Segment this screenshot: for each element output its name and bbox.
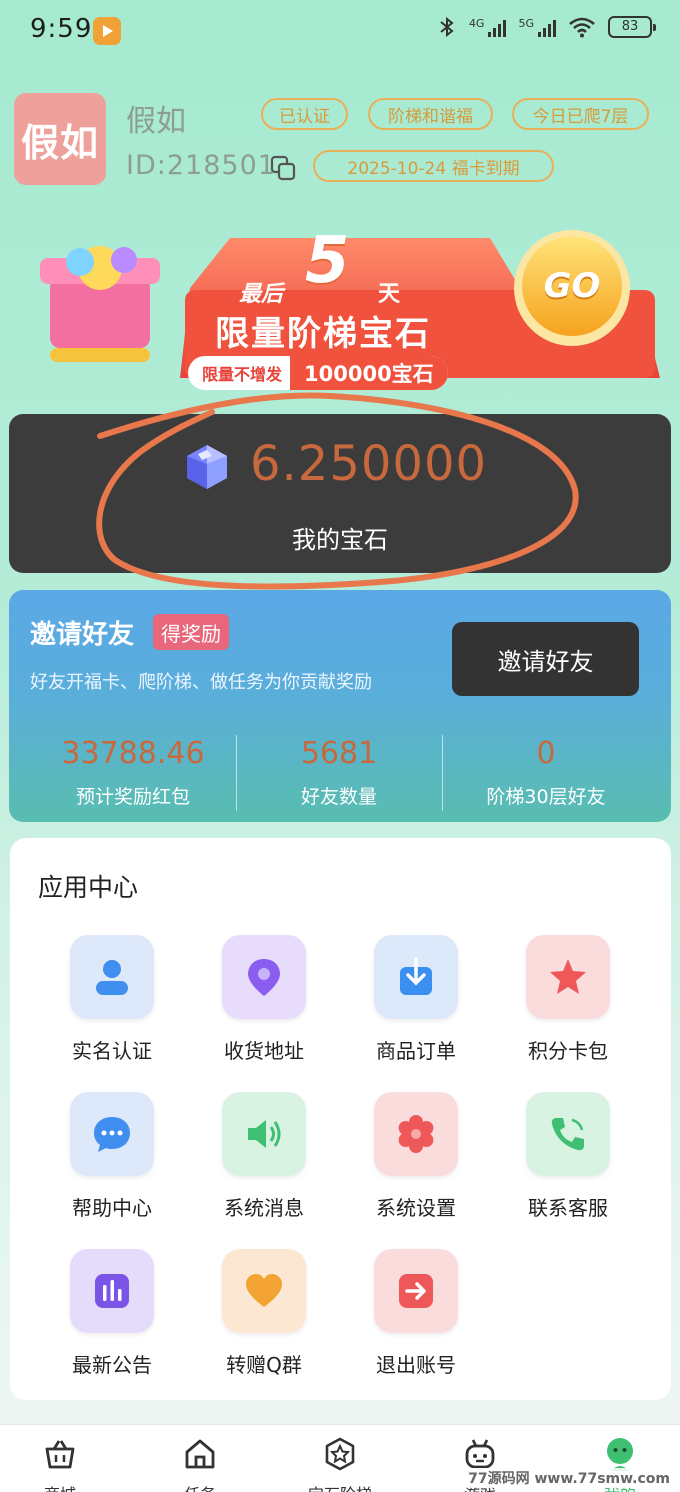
- stat-label: 好友数量: [300, 786, 377, 808]
- wifi-icon: [569, 17, 595, 38]
- promo-banner[interactable]: 最后 5 天 限量阶梯宝石 限量不增发 100000宝石 GO: [20, 218, 666, 396]
- profile-icon: [607, 1438, 633, 1471]
- nav-gem-ladder[interactable]: 宝石阶梯: [280, 1437, 400, 1492]
- app-contact-support[interactable]: 联系客服: [493, 1092, 643, 1221]
- app-label: 转赠Q群: [226, 1353, 302, 1377]
- stat-value: 5681: [300, 736, 378, 771]
- stat-reward: 33788.46 预计奖励红包: [33, 736, 233, 809]
- app-points-wallet[interactable]: 积分卡包: [493, 935, 643, 1064]
- nav-label: 商城: [0, 1481, 120, 1492]
- bar-chart-icon: [70, 1249, 154, 1333]
- user-id: ID:218501: [126, 150, 276, 181]
- invite-title: 邀请好友: [30, 620, 135, 650]
- logout-arrow-icon: [374, 1249, 458, 1333]
- stat-value: 0: [536, 736, 556, 771]
- stat-friends: 5681 好友数量: [239, 736, 439, 809]
- avatar[interactable]: 假如: [14, 93, 106, 185]
- stat-label: 预计奖励红包: [75, 786, 190, 808]
- gem-balance: 6.250000: [250, 436, 488, 492]
- stat-value: 33788.46: [61, 736, 205, 771]
- tag-verified: 已认证: [261, 98, 348, 130]
- banner-pill-left: 限量不增发: [202, 365, 283, 384]
- app-shipping-address[interactable]: 收货地址: [189, 935, 339, 1064]
- app-label: 收货地址: [224, 1039, 304, 1063]
- invite-subtitle: 好友开福卡、爬阶梯、做任务为你贡献奖励: [30, 672, 372, 693]
- order-download-icon: [374, 935, 458, 1019]
- app-label: 实名认证: [72, 1039, 152, 1063]
- app-label: 系统消息: [224, 1196, 304, 1220]
- app-label: 最新公告: [72, 1353, 152, 1377]
- status-bar: 9:59 4G 5G 83: [0, 0, 680, 64]
- gear-icon: [374, 1092, 458, 1176]
- app-system-settings[interactable]: 系统设置: [341, 1092, 491, 1221]
- app-label: 退出账号: [376, 1353, 456, 1377]
- stat-divider: [236, 735, 237, 811]
- signal-icon-2: 5G: [518, 17, 556, 37]
- speaker-icon: [222, 1092, 306, 1176]
- app-label: 商品订单: [376, 1039, 456, 1063]
- app-system-messages[interactable]: 系统消息: [189, 1092, 339, 1221]
- gem-icon: [187, 445, 227, 489]
- stat-ladder-friends: 0 阶梯30层好友: [446, 736, 646, 809]
- star-icon: [526, 935, 610, 1019]
- banner-title: 限量阶梯宝石: [215, 314, 431, 354]
- gem-label: 我的宝石: [292, 526, 388, 554]
- banner-pill-right: 100000宝石: [290, 356, 448, 390]
- banner-line1: 最后: [239, 282, 284, 307]
- stat-divider: [442, 735, 443, 811]
- basket-icon: [45, 1440, 75, 1469]
- nav-tasks[interactable]: 任务: [140, 1437, 260, 1492]
- home-icon: [185, 1439, 215, 1469]
- app-label: 联系客服: [528, 1196, 608, 1220]
- app-transfer-qgroup[interactable]: 转赠Q群: [189, 1249, 339, 1378]
- app-center-title: 应用中心: [38, 873, 139, 902]
- banner-go-button[interactable]: GO: [525, 266, 619, 306]
- tag-ladder-blessing: 阶梯和谐福: [368, 98, 493, 130]
- tag-card-expiry: 2025-10-24 福卡到期: [313, 150, 554, 182]
- phone-icon: [526, 1092, 610, 1176]
- app-help-center[interactable]: 帮助中心: [37, 1092, 187, 1221]
- invite-friends-button[interactable]: 邀请好友: [452, 622, 639, 696]
- app-logout[interactable]: 退出账号: [341, 1249, 491, 1378]
- app-notification-icon: [93, 17, 121, 45]
- signal-icon-1: 4G: [469, 17, 507, 37]
- app-label: 系统设置: [376, 1196, 456, 1220]
- heart-icon: [222, 1249, 306, 1333]
- chat-bubble-icon: [70, 1092, 154, 1176]
- copy-icon[interactable]: [270, 155, 296, 181]
- tag-daily-climb: 今日已爬7层: [512, 98, 649, 130]
- bluetooth-icon: [440, 16, 454, 38]
- banner-pill: 限量不增发 100000宝石: [188, 356, 448, 390]
- app-product-orders[interactable]: 商品订单: [341, 935, 491, 1064]
- battery-indicator: 83: [608, 16, 656, 38]
- location-pin-icon: [222, 935, 306, 1019]
- app-real-name-verify[interactable]: 实名认证: [37, 935, 187, 1064]
- status-time: 9:59: [30, 14, 93, 44]
- star-badge-icon: [325, 1437, 355, 1471]
- nav-shop[interactable]: 商城: [0, 1437, 120, 1492]
- nav-label: 任务: [140, 1481, 260, 1492]
- app-label: 帮助中心: [72, 1196, 152, 1220]
- user-name: 假如: [126, 104, 186, 139]
- banner-line1b: 天: [378, 282, 401, 307]
- app-label: 积分卡包: [528, 1039, 608, 1063]
- banner-days-number: 5: [305, 224, 350, 298]
- invite-reward-badge: 得奖励: [153, 614, 229, 650]
- robot-icon: [465, 1439, 495, 1469]
- user-verify-icon: [70, 935, 154, 1019]
- nav-label: 宝石阶梯: [280, 1481, 400, 1492]
- stat-label: 阶梯30层好友: [486, 786, 606, 808]
- status-icons: 4G 5G 83: [437, 16, 656, 38]
- watermark-text: 77源码网 www.77smw.com: [464, 1468, 674, 1488]
- app-announcements[interactable]: 最新公告: [37, 1249, 187, 1378]
